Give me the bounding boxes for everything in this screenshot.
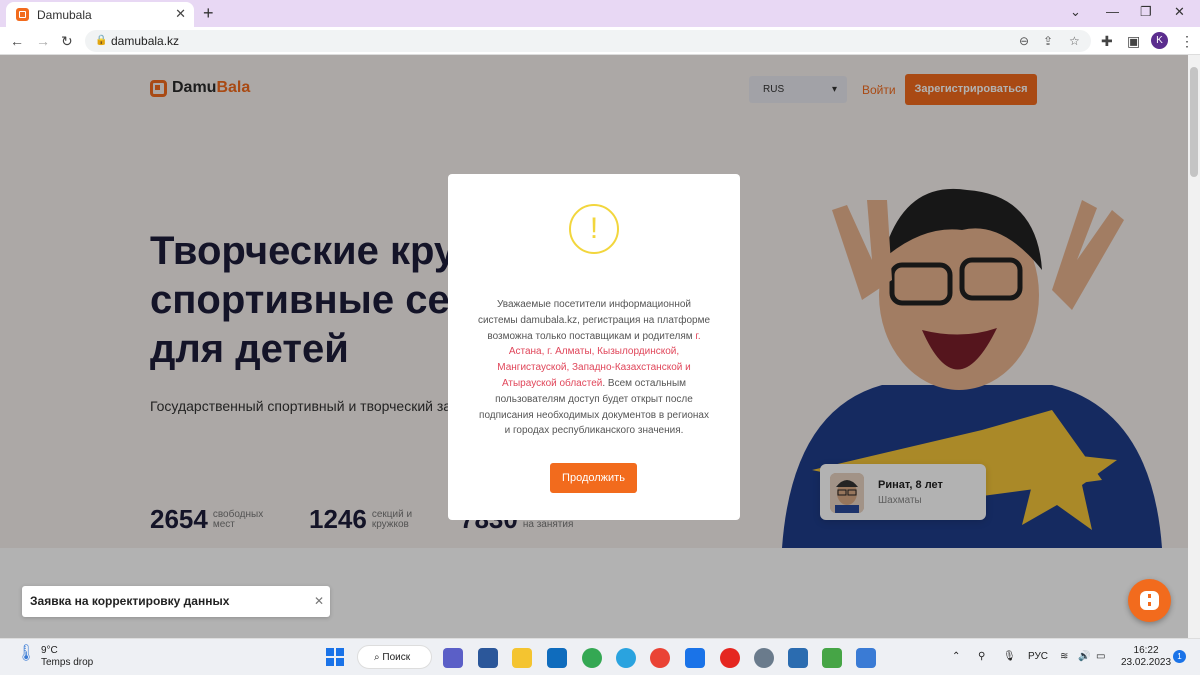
snipping-tool-icon[interactable]	[856, 648, 876, 668]
toast-text: Заявка на корректировку данных	[30, 594, 230, 608]
reload-icon[interactable]: ↻	[61, 33, 73, 50]
windows-taskbar: 🌡 9°C Temps drop ⌕ Поиск ⌃ ⚲ 🎙 РУС ≋ 🔊 ▭…	[0, 638, 1200, 675]
page-viewport: Damu Bala RUS ▾ Войти Зарегистрироваться…	[0, 55, 1188, 638]
chrome-icon[interactable]	[582, 648, 602, 668]
volume-icon[interactable]: 🔊	[1078, 651, 1090, 662]
restore-icon[interactable]: ❐	[1140, 4, 1152, 20]
lock-icon: 🔒	[95, 35, 108, 46]
forward-icon[interactable]: →	[36, 33, 50, 49]
menu-dots-icon[interactable]: ⋮	[1180, 33, 1194, 50]
warning-icon: !	[569, 204, 619, 254]
location-icon: ⚲	[978, 651, 986, 662]
close-icon[interactable]: ✕	[314, 586, 324, 617]
modal-message: Уважаемые посетители информационной сист…	[477, 299, 711, 437]
telegram-icon[interactable]	[616, 648, 636, 668]
chat-widget-button[interactable]	[1128, 579, 1171, 622]
side-panel-icon[interactable]: ▣	[1127, 33, 1140, 50]
tab-title: Damubala	[37, 7, 92, 22]
zoom-icon[interactable]: ⊖	[1019, 30, 1029, 52]
taskbar-search[interactable]: ⌕ Поиск	[357, 645, 432, 669]
page-scrollbar[interactable]	[1188, 55, 1200, 638]
tray-chevron-up-icon[interactable]: ⌃	[952, 651, 960, 662]
wifi-icon[interactable]: ≋	[1060, 651, 1068, 662]
mail-icon[interactable]	[547, 648, 567, 668]
tab-close-icon[interactable]: ✕	[175, 6, 186, 22]
system-clock[interactable]: 16:22 23.02.2023	[1121, 645, 1171, 669]
minimize-icon[interactable]: —	[1106, 4, 1119, 19]
extensions-icon[interactable]: ✚	[1101, 33, 1113, 50]
bookmark-star-icon[interactable]: ☆	[1069, 30, 1080, 52]
weather-widget[interactable]: 🌡 9°C Temps drop	[16, 645, 93, 669]
word-icon[interactable]	[478, 648, 498, 668]
data-correction-toast[interactable]: Заявка на корректировку данных ✕	[22, 586, 330, 617]
windows-start-icon[interactable]	[326, 648, 344, 666]
continue-button[interactable]: Продолжить	[550, 463, 637, 493]
url-text: damubala.kz	[111, 34, 180, 48]
battery-icon[interactable]: ▭	[1096, 651, 1105, 662]
utorrent-icon[interactable]	[822, 648, 842, 668]
close-window-icon[interactable]: ✕	[1174, 4, 1185, 20]
scrollbar-thumb[interactable]	[1190, 67, 1198, 177]
tab-search-icon[interactable]: ⌄	[1070, 4, 1081, 20]
browser-tab-strip: Damubala ✕ + ⌄ — ❐ ✕	[0, 0, 1200, 27]
yandex-browser-icon[interactable]	[720, 648, 740, 668]
profile-avatar[interactable]: K	[1151, 32, 1168, 49]
browser-toolbar: ← → ↻ 🔒 damubala.kz ⊖ ⇪ ☆ ✚ ▣ K ⋮	[0, 27, 1200, 55]
input-language[interactable]: РУС	[1028, 651, 1048, 662]
address-bar[interactable]: 🔒 damubala.kz ⊖ ⇪ ☆	[85, 30, 1091, 52]
edge-icon[interactable]	[685, 648, 705, 668]
damubala-favicon-icon	[16, 8, 29, 21]
share-icon[interactable]: ⇪	[1043, 30, 1053, 52]
chat-icon	[1148, 594, 1151, 606]
clock-date: 23.02.2023	[1121, 657, 1172, 668]
notepad-icon[interactable]	[788, 648, 808, 668]
file-explorer-icon[interactable]	[512, 648, 532, 668]
clock-time: 16:22	[1133, 645, 1159, 656]
back-icon[interactable]: ←	[10, 33, 24, 49]
settings-gear-icon[interactable]	[754, 648, 774, 668]
thermometer-icon: 🌡	[16, 645, 37, 662]
chrome-profile-icon[interactable]	[650, 648, 670, 668]
teams-icon[interactable]	[443, 648, 463, 668]
browser-tab[interactable]: Damubala ✕	[6, 2, 194, 27]
microphone-icon[interactable]: 🎙	[1003, 651, 1016, 662]
notification-badge[interactable]: 1	[1173, 650, 1186, 663]
notice-modal: ! Уважаемые посетители информационной си…	[448, 174, 740, 520]
new-tab-button[interactable]: +	[203, 3, 214, 24]
